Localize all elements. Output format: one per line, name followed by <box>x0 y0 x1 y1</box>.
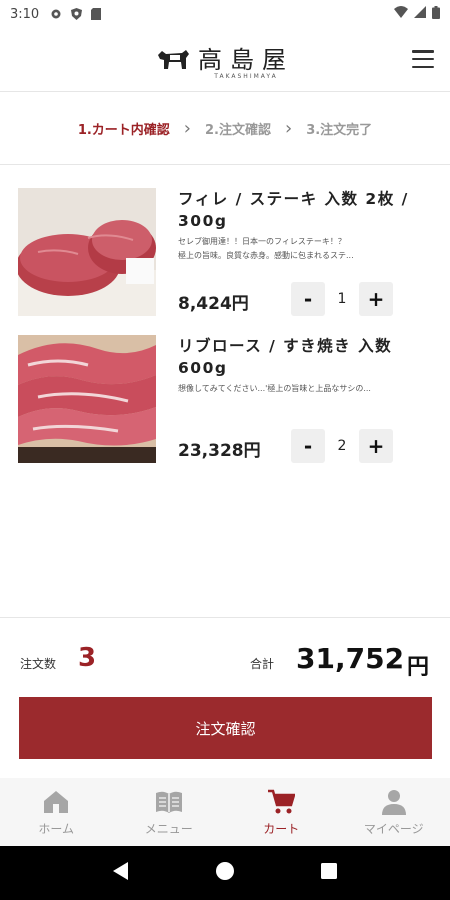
battery-icon <box>432 5 440 23</box>
quantity-stepper: - 2 + <box>291 429 393 463</box>
logo-text: 高島屋 <box>198 45 294 74</box>
total-label: 合計 <box>250 657 275 671</box>
order-confirm-button[interactable]: 注文確認 <box>19 697 432 759</box>
nav-label-menu: メニュー <box>144 821 193 836</box>
nav-label-mypage: マイページ <box>363 821 424 836</box>
hamburger-icon[interactable] <box>412 50 434 68</box>
home-button-icon[interactable] <box>215 862 234 884</box>
total-value: 31,752 <box>296 642 405 675</box>
order-summary: 注文数 3 合計 31,752 円 注文確認 <box>0 617 450 777</box>
signal-icon <box>414 6 426 22</box>
recents-icon[interactable] <box>320 863 337 883</box>
item-name[interactable]: リブロース / すき焼き 入数 600g <box>178 335 436 379</box>
item-description: 極上の旨味。良質な赤身。感動に包まれるステ... <box>178 251 354 260</box>
bottom-nav: ホーム メニュー カート マイページ <box>0 778 450 846</box>
menu-book-icon <box>155 788 183 816</box>
wifi-icon <box>394 6 408 22</box>
quantity-value: 1 <box>337 291 347 307</box>
decrease-button[interactable]: - <box>291 429 325 463</box>
nav-label-home: ホーム <box>38 821 75 836</box>
status-bar: 3:10 <box>0 0 450 28</box>
cart-item: リブロース / すき焼き 入数 600g 想像してみてください...'極上の旨味… <box>0 335 450 469</box>
cart-icon <box>267 788 296 816</box>
gear-icon <box>49 7 63 21</box>
logo[interactable]: 高島屋 TAKASHIMAYA <box>156 40 294 80</box>
order-count-value: 3 <box>78 643 97 673</box>
nav-item-menu[interactable]: メニュー <box>113 778 226 846</box>
nav-item-home[interactable]: ホーム <box>0 778 113 846</box>
item-description: 想像してみてください...'極上の旨味と上品なサシの... <box>178 384 371 393</box>
shield-icon <box>69 7 83 21</box>
decrease-button[interactable]: - <box>291 282 325 316</box>
back-icon[interactable] <box>113 862 129 884</box>
chevron-right-icon: › <box>183 118 191 139</box>
order-count-label: 注文数 <box>20 657 57 671</box>
step-cart-confirm: 1.カート内確認 <box>77 123 170 138</box>
logo-wordmark: 高島屋 TAKASHIMAYA <box>198 40 294 80</box>
item-image-ribroast <box>18 335 156 463</box>
person-icon <box>380 788 408 816</box>
checkout-steps: 1.カート内確認 › 2.注文確認 › 3.注文完了 <box>0 93 450 165</box>
nav-label-cart: カート <box>263 821 300 836</box>
item-image-fillet <box>18 188 156 316</box>
increase-button[interactable]: + <box>359 282 393 316</box>
status-time: 3:10 <box>10 6 40 22</box>
status-right <box>394 5 440 23</box>
quantity-value: 2 <box>337 438 347 454</box>
logo-subtext: TAKASHIMAYA <box>214 72 278 80</box>
system-nav-bar <box>0 846 450 900</box>
home-icon <box>42 788 70 816</box>
item-description: セレブ御用達！！日本一のフィレステーキ！？ <box>178 237 346 246</box>
cart-item: フィレ / ステーキ 入数 2枚 / 300g セレブ御用達！！日本一のフィレス… <box>0 188 450 322</box>
bull-icon <box>158 49 189 69</box>
item-name[interactable]: フィレ / ステーキ 入数 2枚 / 300g <box>178 188 436 232</box>
step-order-complete: 3.注文完了 <box>306 123 373 138</box>
increase-button[interactable]: + <box>359 429 393 463</box>
total-unit: 円 <box>407 655 430 680</box>
app-header: 高島屋 TAKASHIMAYA <box>0 28 450 92</box>
item-price: 23,328円 <box>178 441 261 461</box>
nav-item-cart[interactable]: カート <box>225 778 338 846</box>
sd-card-icon <box>89 7 103 21</box>
nav-item-mypage[interactable]: マイページ <box>338 778 450 846</box>
item-price: 8,424円 <box>178 294 249 314</box>
chevron-right-icon: › <box>284 118 293 139</box>
step-order-confirm: 2.注文確認 <box>205 123 271 138</box>
quantity-stepper: - 1 + <box>291 282 393 316</box>
